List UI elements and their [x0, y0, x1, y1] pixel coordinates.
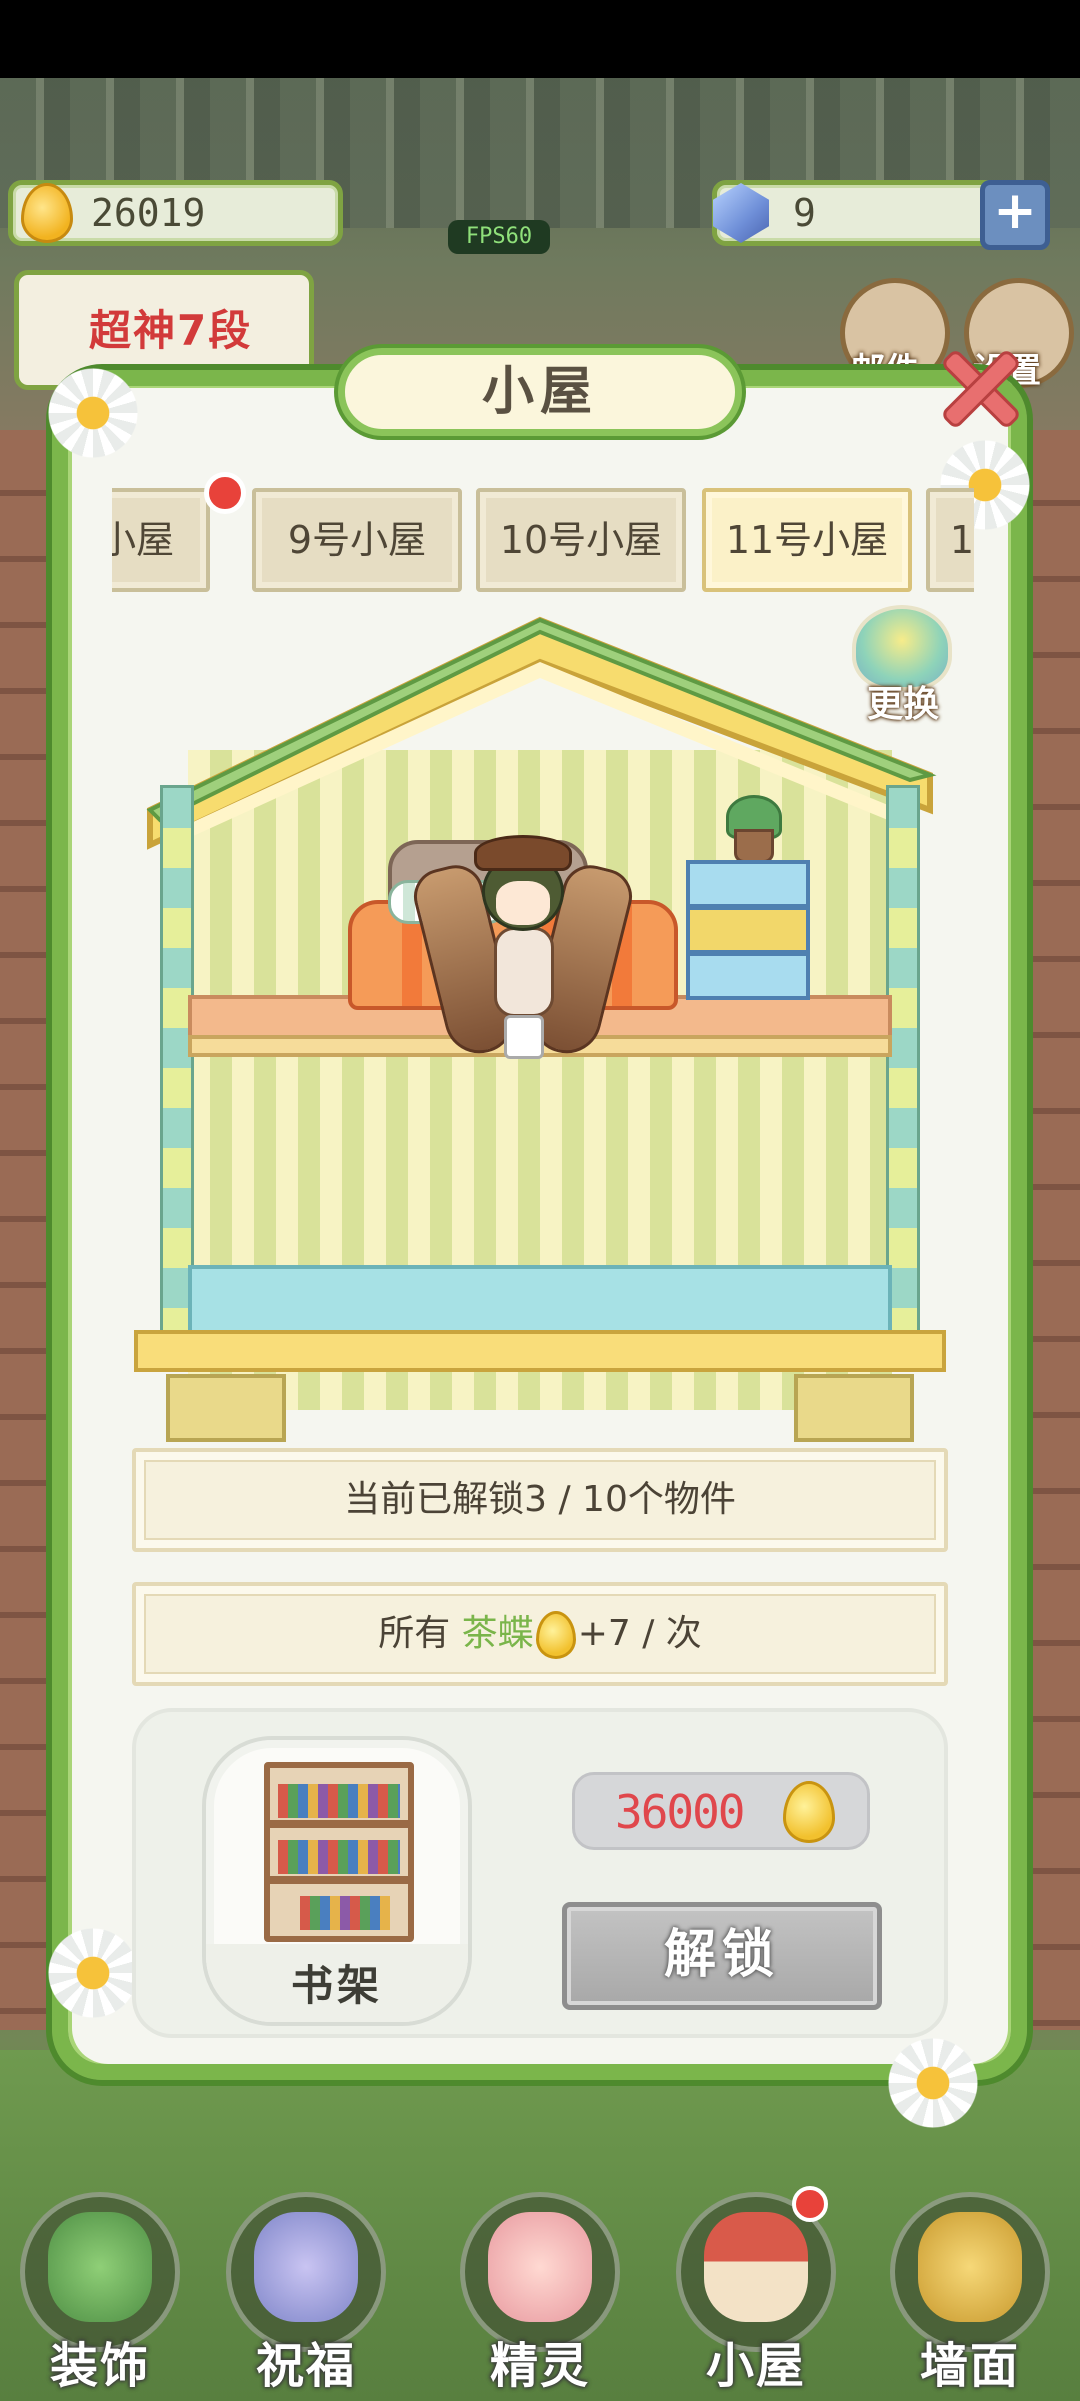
- fps-indicator: FPS60: [448, 220, 550, 254]
- bookshelf-icon: [264, 1762, 414, 1942]
- cabinet-drawer: [686, 952, 810, 1000]
- nav-decor-label: 装饰: [49, 2338, 150, 2394]
- bonus-bar: 所有 茶蝶 +7 / 次: [132, 1582, 948, 1686]
- price-tag: 36000: [572, 1772, 870, 1850]
- tea-drop-icon: [783, 1781, 835, 1843]
- shelf-board: [270, 1876, 408, 1884]
- right-pillar: [886, 785, 920, 1340]
- unlock-status-prefix: 当前已解锁: [344, 1479, 525, 1520]
- character-face: [496, 881, 550, 925]
- notification-dot: [204, 472, 246, 514]
- cabinet-drawer: [686, 906, 810, 954]
- bonus-value: +7 / 次: [577, 1613, 702, 1654]
- unlock-progress-bar: 当前已解锁3 / 10个物件: [132, 1448, 948, 1552]
- character-body: [494, 927, 554, 1017]
- price-amount: 36000: [615, 1785, 745, 1839]
- swap-label: 更换: [866, 684, 939, 725]
- add-gems-button[interactable]: +: [980, 180, 1050, 250]
- character-legs: [504, 1015, 544, 1059]
- daisy-flower-icon: [888, 2038, 978, 2128]
- close-button[interactable]: [928, 338, 1024, 434]
- house-leg: [794, 1374, 914, 1442]
- drawer-cabinet[interactable]: [686, 860, 810, 1010]
- nav-wall-label: 墙面: [919, 2338, 1020, 2394]
- item-name: 书架: [290, 1961, 383, 2010]
- rank-title: 超神7段: [89, 306, 253, 355]
- nav-blessing-label: 祝福: [255, 2338, 356, 2394]
- potted-plant[interactable]: [726, 795, 782, 865]
- butterfly-icon: [254, 2212, 358, 2322]
- unlock-button[interactable]: 解锁: [562, 1902, 882, 2010]
- notification-dot: [792, 2186, 828, 2222]
- tab-cabin-12[interactable]: 12号小屋: [926, 488, 974, 592]
- bonus-prefix: 所有: [378, 1613, 451, 1654]
- tab-cabin-8[interactable]: 8号小屋: [112, 488, 210, 592]
- unlock-progress-text: 当前已解锁3 / 10个物件: [136, 1452, 944, 1548]
- daisy-flower-icon: [48, 368, 138, 458]
- tab-cabin-10[interactable]: 10号小屋: [476, 488, 686, 592]
- tea-drop-amount: 26019: [91, 191, 206, 235]
- tab-cabin-11[interactable]: 11号小屋: [702, 488, 912, 592]
- left-pillar: [160, 785, 194, 1340]
- tea-drop-icon: [21, 183, 73, 243]
- daisy-flower-icon: [48, 1928, 138, 2018]
- moth-fairy-character[interactable]: [408, 835, 638, 1065]
- bonus-text: 所有 茶蝶 +7 / 次: [136, 1586, 944, 1682]
- nav-blessing[interactable]: 祝福: [216, 2186, 396, 2401]
- unlock-status-count: 3 / 10: [524, 1479, 628, 1520]
- cabin-illustration: [130, 610, 950, 1450]
- unlock-status-suffix: 个物件: [627, 1479, 736, 1520]
- bonus-item-name: 茶蝶: [461, 1613, 534, 1654]
- books-row: [278, 1840, 400, 1874]
- house-base: [134, 1330, 946, 1372]
- status-bar-area: [0, 0, 1080, 78]
- tea-drop-icon: [535, 1611, 576, 1659]
- nav-cabin[interactable]: 小屋: [666, 2186, 846, 2401]
- fairy-avatar-icon: [488, 2212, 592, 2322]
- tea-drop-counter: 26019: [8, 180, 343, 246]
- cabinet-drawer: [686, 860, 810, 908]
- gem-amount: 9: [793, 191, 816, 235]
- house-icon: [704, 2212, 808, 2322]
- swap-button[interactable]: 更换: [838, 605, 968, 725]
- gem-icon: [713, 183, 769, 243]
- bell-icon: [918, 2212, 1022, 2322]
- nav-wall[interactable]: 墙面: [880, 2186, 1060, 2401]
- books-row: [300, 1896, 390, 1930]
- house-leg: [166, 1374, 286, 1442]
- character-hat: [474, 835, 572, 871]
- plant-pot: [734, 829, 774, 863]
- books-row: [278, 1784, 400, 1818]
- nav-cabin-label: 小屋: [705, 2338, 806, 2394]
- modal-title: 小屋: [338, 348, 742, 436]
- plant-icon: [48, 2212, 152, 2322]
- nav-spirit-label: 精灵: [489, 2338, 590, 2394]
- tab-cabin-9[interactable]: 9号小屋: [252, 488, 462, 592]
- nav-decor[interactable]: 装饰: [10, 2186, 190, 2401]
- item-card[interactable]: 书架: [202, 1736, 472, 2026]
- nav-spirit[interactable]: 精灵: [450, 2186, 630, 2401]
- shelf-board: [270, 1820, 408, 1828]
